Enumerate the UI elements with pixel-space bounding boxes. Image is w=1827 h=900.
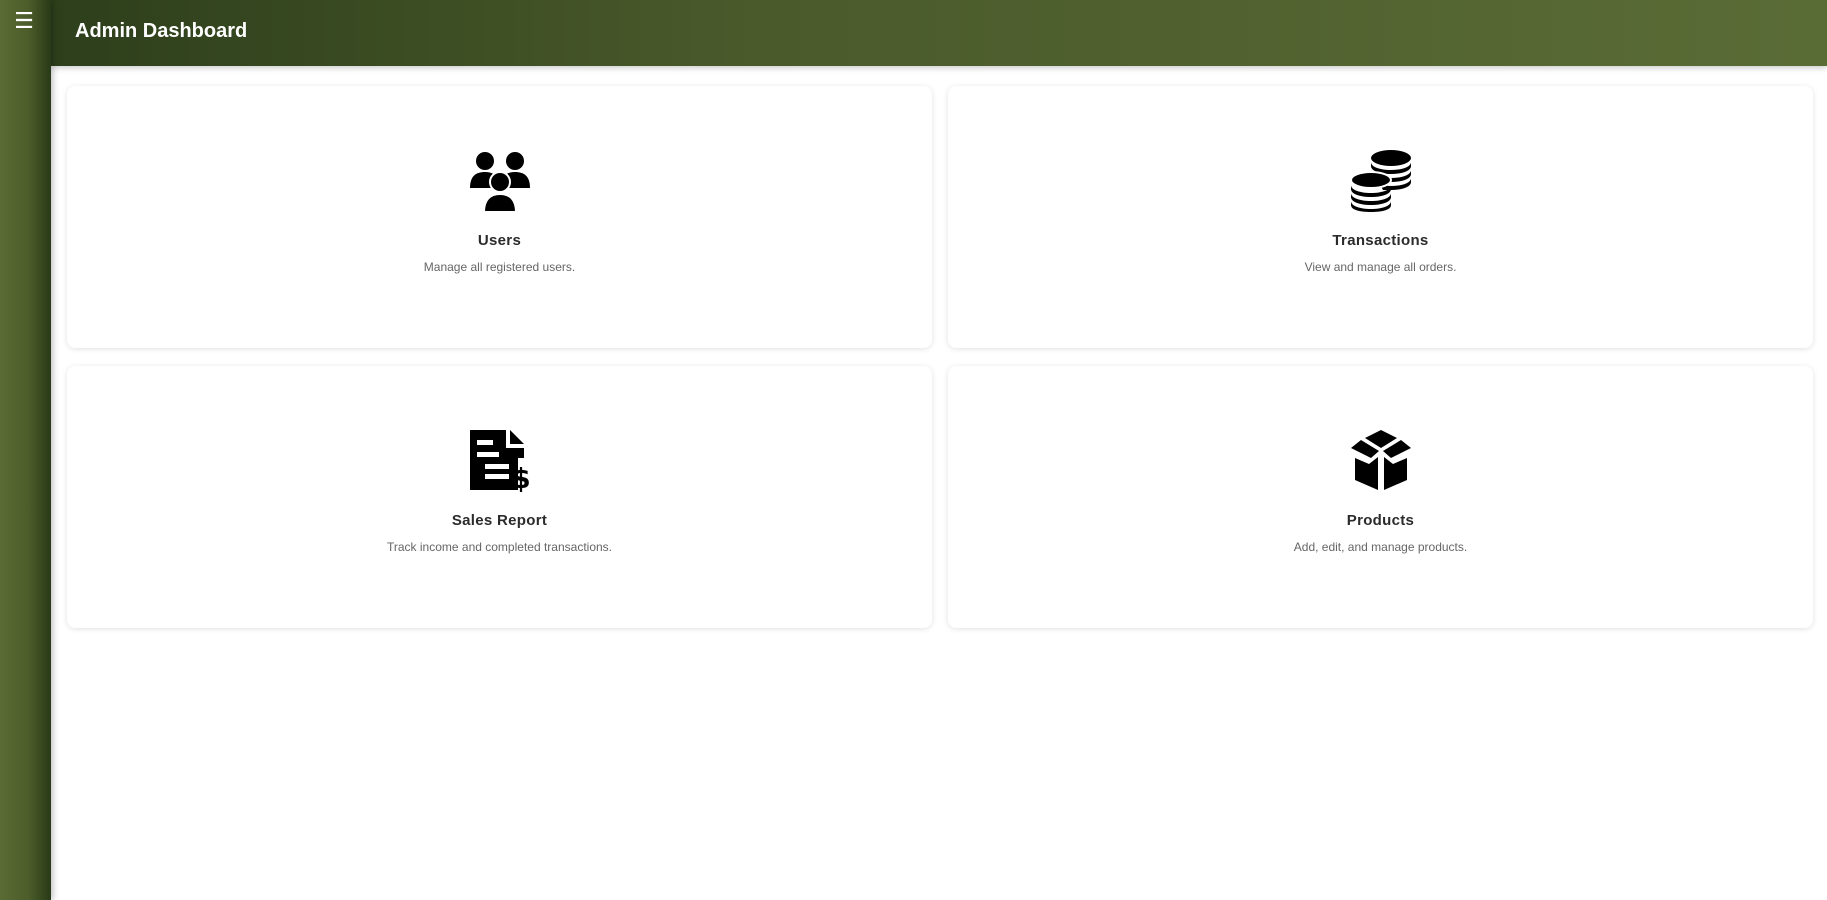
box-icon bbox=[1349, 428, 1413, 492]
svg-text:$: $ bbox=[511, 462, 530, 492]
card-title: Sales Report bbox=[451, 512, 548, 529]
card-title: Users bbox=[477, 232, 522, 249]
card-description: Track income and completed transactions. bbox=[387, 540, 612, 554]
dashboard-main: Users Manage all registered users. Trans… bbox=[51, 66, 1827, 900]
sales-report-card[interactable]: $ Sales Report Track income and complete… bbox=[67, 366, 932, 628]
top-header: Admin Dashboard bbox=[51, 0, 1827, 66]
transactions-card[interactable]: Transactions View and manage all orders. bbox=[948, 86, 1813, 348]
sidebar: ☰ bbox=[0, 0, 51, 900]
invoice-dollar-icon: $ bbox=[468, 428, 532, 492]
users-card[interactable]: Users Manage all registered users. bbox=[67, 86, 932, 348]
users-icon bbox=[468, 148, 532, 212]
products-card[interactable]: Products Add, edit, and manage products. bbox=[948, 366, 1813, 628]
page-title: Admin Dashboard bbox=[75, 20, 248, 42]
card-title: Transactions bbox=[1332, 232, 1429, 249]
coins-icon bbox=[1349, 148, 1413, 212]
card-description: Add, edit, and manage products. bbox=[1293, 540, 1468, 554]
card-title: Products bbox=[1346, 512, 1415, 529]
card-description: Manage all registered users. bbox=[423, 260, 576, 274]
card-description: View and manage all orders. bbox=[1304, 260, 1457, 274]
menu-toggle-icon[interactable]: ☰ bbox=[13, 8, 35, 36]
